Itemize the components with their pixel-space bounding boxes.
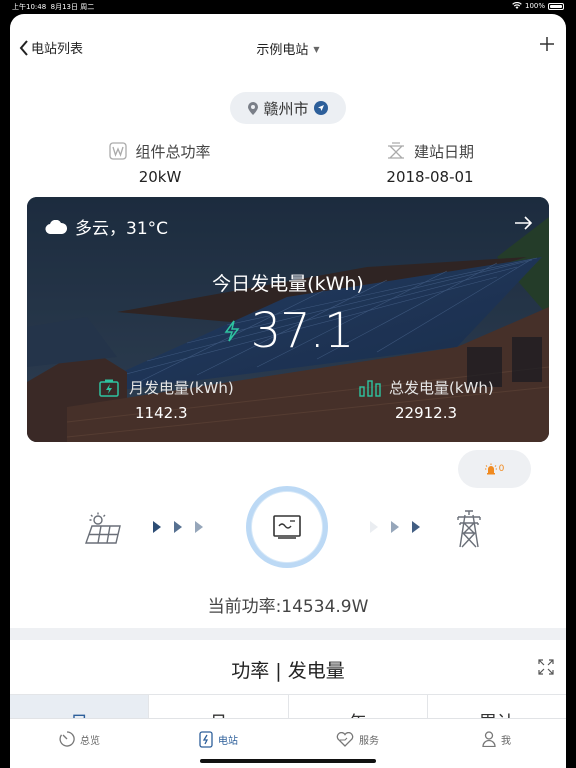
solar-panel-icon bbox=[85, 512, 121, 544]
capacity-label: 组件总功率 bbox=[135, 142, 211, 161]
heart-hand-icon bbox=[336, 731, 354, 747]
battery-percent: 100% bbox=[524, 2, 545, 10]
capacity-value: 20kW bbox=[138, 168, 182, 186]
today-energy-value: 37.1 bbox=[250, 303, 355, 359]
station-selector[interactable]: 示例电站 ▼ bbox=[10, 39, 566, 58]
build-date-stat: 建站日期 2018-08-01 bbox=[330, 140, 530, 186]
flow-arrows-right bbox=[370, 521, 420, 533]
chart-title: 功率 | 发电量 bbox=[231, 660, 345, 682]
module-power-icon bbox=[109, 142, 128, 160]
flow-arrows-left bbox=[153, 521, 203, 533]
cloud-icon bbox=[45, 219, 67, 234]
tab-overview-label: 总览 bbox=[80, 735, 100, 747]
status-right: 100% bbox=[512, 2, 564, 10]
home-indicator bbox=[200, 759, 376, 763]
tab-station[interactable]: 电站 bbox=[149, 719, 288, 759]
station-title: 示例电站 bbox=[256, 43, 309, 58]
month-energy-value: 1142.3 bbox=[135, 404, 188, 422]
today-energy-label: 今日发电量(kWh) bbox=[212, 273, 364, 295]
production-card[interactable]: 多云，31°C 今日发电量(kWh) 37.1 月发电量(kWh) 1142.3… bbox=[27, 197, 549, 442]
tab-service[interactable]: 服务 bbox=[288, 719, 427, 759]
build-date-icon bbox=[387, 142, 404, 159]
arrow-right-icon[interactable] bbox=[515, 213, 533, 233]
app-screen: 电站列表 示例电站 ▼ 赣州市 组件总功率 20kW 建站日期 2018-08-0… bbox=[10, 14, 566, 768]
alarm-light-icon bbox=[484, 463, 497, 475]
alarm-count: 0 bbox=[498, 464, 505, 474]
weather-text: 多云，31°C bbox=[75, 219, 169, 239]
location-pill[interactable]: 赣州市 bbox=[230, 92, 346, 124]
inverter-icon bbox=[273, 515, 301, 539]
wifi-icon bbox=[512, 2, 522, 9]
weather-info: 多云，31°C bbox=[45, 214, 168, 239]
alarm-button[interactable]: 0 bbox=[458, 450, 531, 488]
battery-charge-icon bbox=[99, 379, 119, 397]
month-energy-label: 月发电量(kWh) bbox=[129, 379, 234, 397]
add-button[interactable] bbox=[540, 35, 554, 55]
build-date-value: 2018-08-01 bbox=[386, 168, 474, 186]
plus-icon bbox=[540, 37, 554, 51]
inverter-button[interactable] bbox=[246, 486, 328, 568]
tab-overview[interactable]: 总览 bbox=[10, 719, 149, 759]
nav-bar: 电站列表 示例电站 ▼ bbox=[10, 14, 566, 72]
status-bar: 上午10:48 8月13日 周二 100% bbox=[0, 0, 576, 14]
navigate-icon bbox=[313, 101, 328, 115]
status-date: 8月13日 周二 bbox=[50, 3, 95, 11]
tab-service-label: 服务 bbox=[359, 735, 379, 747]
bar-chart-icon bbox=[359, 379, 381, 397]
current-power: 当前功率:14534.9W bbox=[207, 597, 369, 617]
lightning-icon bbox=[224, 320, 240, 342]
total-energy-label: 总发电量(kWh) bbox=[389, 379, 494, 397]
status-left: 上午10:48 8月13日 周二 bbox=[12, 2, 94, 12]
battery-icon bbox=[548, 2, 564, 10]
status-time: 上午10:48 bbox=[12, 3, 47, 11]
power-tower-icon bbox=[457, 510, 481, 548]
station-icon bbox=[199, 730, 213, 748]
capacity-stat: 组件总功率 20kW bbox=[60, 140, 260, 186]
map-pin-icon bbox=[248, 101, 259, 115]
expand-icon[interactable] bbox=[538, 659, 554, 675]
month-energy-stat: 月发电量(kWh) 1142.3 bbox=[99, 377, 234, 422]
location-city: 赣州市 bbox=[263, 99, 309, 118]
tab-me-label: 我 bbox=[501, 735, 511, 747]
total-energy-stat: 总发电量(kWh) 22912.3 bbox=[359, 377, 494, 422]
caret-down-icon: ▼ bbox=[313, 45, 320, 54]
section-divider bbox=[10, 628, 566, 640]
tab-station-label: 电站 bbox=[218, 735, 238, 747]
overview-icon bbox=[59, 731, 75, 747]
user-icon bbox=[482, 731, 496, 747]
build-date-label: 建站日期 bbox=[413, 142, 474, 161]
tab-me[interactable]: 我 bbox=[427, 719, 566, 759]
total-energy-value: 22912.3 bbox=[395, 404, 458, 422]
